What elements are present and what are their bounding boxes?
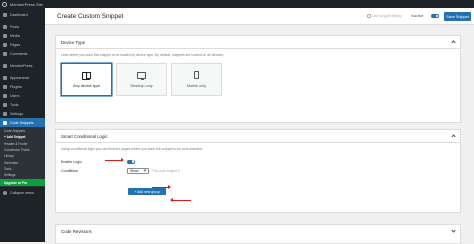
sidebar-item-users[interactable]: Users [0, 91, 45, 100]
submenu-settings[interactable]: Settings [0, 172, 45, 178]
wordpress-logo-icon[interactable] [0, 0, 8, 8]
admin-sidebar: Dashboard Posts Media Pages Comments Mem… [0, 8, 45, 242]
sidebar-item-comments[interactable]: Comments [0, 49, 45, 58]
device-type-panel: Device Type Limit where you want this sn… [55, 35, 461, 123]
device-type-description: Limit where you want this snippet to be … [61, 53, 225, 57]
status-label: Inactive [411, 14, 424, 18]
code-revisions-panel: Code Revisions [55, 224, 461, 244]
sidebar-item-posts[interactable]: Posts [0, 22, 45, 31]
plugins-icon [3, 84, 7, 89]
show-hide-select[interactable]: Show [127, 167, 149, 174]
device-type-title: Device Type [61, 39, 86, 45]
conditional-logic-title: Smart Conditional Logic [61, 133, 108, 139]
sidebar-item-media[interactable]: Media [0, 31, 45, 40]
sidebar-item-code-snippets[interactable]: Code Snippets [0, 118, 45, 127]
admin-bar: MemberPress Site [0, 0, 474, 8]
collapse-caret-icon[interactable] [451, 134, 456, 139]
users-icon [3, 93, 7, 98]
sidebar-item-dashboard[interactable]: Dashboard [0, 10, 45, 19]
annotation-arrow-enable-logic [105, 158, 124, 163]
code-revisions-title: Code Revisions [61, 229, 92, 234]
code-revisions-panel-header[interactable]: Code Revisions [56, 225, 460, 238]
add-new-group-button[interactable]: + Add new group [128, 188, 166, 195]
appearance-icon [3, 75, 7, 80]
device-type-panel-header[interactable]: Device Type [56, 36, 460, 49]
conditions-hint: This code snippet if [152, 168, 180, 173]
annotation-arrow-add-group [170, 198, 191, 203]
device-option-any[interactable]: Any device type [61, 63, 112, 96]
sidebar-item-memberpress[interactable]: MemberPress [0, 61, 45, 70]
devices-icon [82, 71, 91, 80]
conditions-label: Conditions [61, 168, 78, 173]
page-header: Create Custom Snippet Use snippet librar… [45, 8, 474, 25]
conditional-logic-panel-header[interactable]: Smart Conditional Logic [56, 130, 460, 143]
conditional-logic-description: Using conditional logic you can limit th… [61, 147, 203, 151]
posts-icon [3, 24, 7, 29]
conditional-logic-panel: Smart Conditional Logic Using conditiona… [55, 129, 461, 213]
pages-icon [3, 42, 7, 47]
active-toggle[interactable] [431, 14, 439, 18]
sidebar-item-tools[interactable]: Tools [0, 100, 45, 109]
use-snippet-library-link[interactable]: Use snippet library [367, 14, 402, 18]
sidebar-item-pages[interactable]: Pages [0, 40, 45, 49]
submenu-upgrade-to-pro[interactable]: Upgrade to Pro [0, 179, 45, 186]
collapse-menu-button[interactable]: Collapse menu [0, 189, 45, 198]
code-icon [3, 120, 7, 125]
search-icon [367, 14, 371, 18]
comments-icon [3, 51, 7, 56]
site-name-link[interactable]: MemberPress Site [10, 2, 43, 7]
settings-icon [3, 111, 7, 116]
dashboard-icon [3, 12, 7, 17]
enable-logic-row: Enable Logic [56, 157, 460, 166]
expand-caret-icon[interactable] [451, 228, 456, 233]
sidebar-item-appearance[interactable]: Appearance [0, 73, 45, 82]
save-snippet-button[interactable]: Save Snippet [444, 12, 471, 21]
device-options: Any device type Desktop only Mobile only [56, 57, 460, 96]
mobile-icon [194, 71, 199, 79]
code-snippets-submenu: Code Snippets + Add Snippet Header & Foo… [0, 127, 45, 187]
device-option-mobile[interactable]: Mobile only [171, 63, 222, 96]
sidebar-item-plugins[interactable]: Plugins [0, 82, 45, 91]
enable-logic-toggle[interactable] [127, 159, 135, 164]
chevron-down-icon [143, 168, 147, 172]
conditions-row: Conditions Show This code snippet if [56, 166, 460, 175]
sidebar-item-settings[interactable]: Settings [0, 109, 45, 118]
device-option-desktop[interactable]: Desktop only [116, 63, 167, 96]
desktop-icon [137, 71, 146, 80]
media-icon [3, 33, 7, 38]
annotation-arrow-conditions [152, 185, 171, 190]
memberpress-icon [3, 63, 7, 68]
page-title: Create Custom Snippet [57, 13, 124, 20]
collapse-icon [3, 191, 7, 196]
tools-icon [3, 102, 7, 107]
collapse-caret-icon[interactable] [451, 40, 456, 45]
